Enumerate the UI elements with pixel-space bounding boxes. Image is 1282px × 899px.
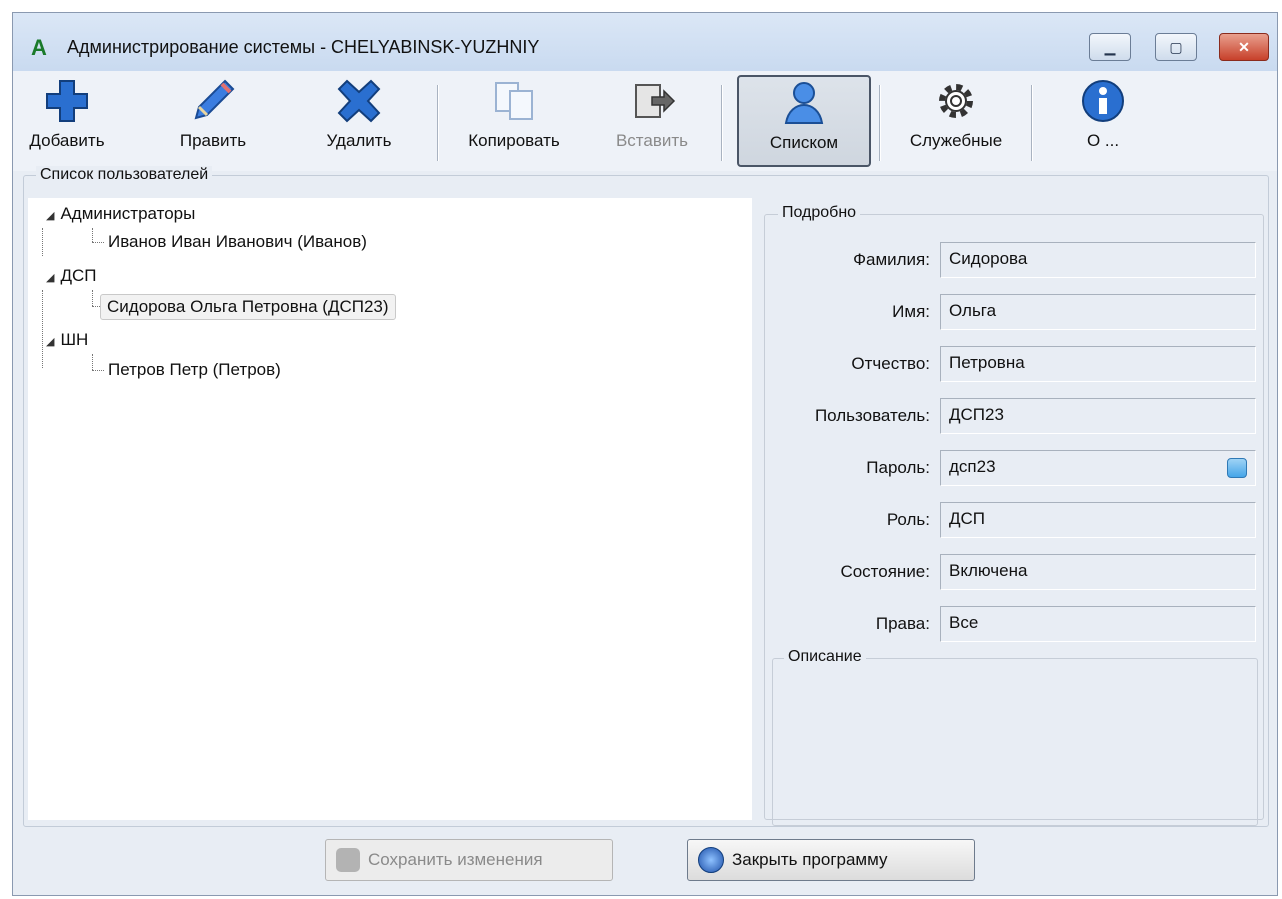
list-view-button[interactable]: Списком: [737, 75, 871, 167]
show-password-icon[interactable]: [1227, 458, 1247, 478]
window-title: Администрирование системы - CHELYABINSK-…: [67, 37, 540, 57]
delete-button[interactable]: Удалить: [309, 75, 409, 167]
patronymic-label: Отчество:: [851, 354, 930, 373]
toolbar-separator: [1031, 85, 1033, 161]
expand-triangle-icon[interactable]: ◢: [46, 210, 54, 222]
name-field[interactable]: Ольга: [940, 294, 1256, 330]
copy-label: Копировать: [468, 131, 560, 150]
tree-line: [92, 290, 93, 306]
password-field[interactable]: дсп23: [940, 450, 1256, 486]
user-icon: [780, 77, 828, 129]
save-icon: [336, 848, 360, 872]
tree-line: [92, 370, 104, 371]
toolbar-separator: [721, 85, 723, 161]
toolbar: Добавить Править Удалить Копировать Вста…: [13, 71, 1277, 171]
rights-field[interactable]: Все: [940, 606, 1256, 642]
role-field[interactable]: ДСП: [940, 502, 1256, 538]
close-window-button[interactable]: ✕: [1219, 33, 1269, 61]
details-panel: Подробно Фамилия: Сидорова Имя: Ольга От…: [764, 198, 1264, 826]
description-caption: Описание: [784, 648, 866, 666]
title-bar: A Администрирование системы - CHELYABINS…: [13, 13, 1277, 71]
patronymic-field[interactable]: Петровна: [940, 346, 1256, 382]
list-view-label: Списком: [769, 133, 839, 152]
surname-label: Фамилия:: [853, 250, 930, 269]
exit-icon: [698, 847, 724, 873]
paste-icon: [628, 75, 676, 127]
tree-user-petrov[interactable]: Петров Петр (Петров): [108, 360, 281, 380]
edit-label: Править: [179, 131, 247, 150]
username-label: Пользователь:: [814, 406, 930, 425]
tree-group-label: Администраторы: [60, 204, 196, 223]
close-icon: ✕: [1238, 38, 1250, 55]
tree-group-label: ШН: [60, 330, 89, 349]
users-tree[interactable]: ◢ Администраторы Иванов Иван Иванович (Ив…: [28, 198, 752, 820]
main-window: A Администрирование системы - CHELYABINS…: [12, 12, 1278, 896]
tree-line: [42, 290, 43, 368]
details-caption: Подробно: [778, 204, 861, 222]
copy-button[interactable]: Копировать: [449, 75, 579, 167]
paste-label: Вставить: [615, 131, 689, 150]
minimize-icon: ▁: [1104, 38, 1116, 55]
tree-user-label: Сидорова Ольга Петровна (ДСП23): [107, 297, 389, 316]
maximize-icon: ▢: [1169, 38, 1183, 55]
add-label: Добавить: [29, 131, 105, 150]
maximize-button[interactable]: ▢: [1155, 33, 1197, 61]
gear-icon: [932, 75, 980, 127]
users-panel: Список пользователей ◢ Администраторы Ива…: [23, 166, 1269, 827]
info-icon: [1079, 75, 1127, 127]
save-changes-label: Сохранить изменения: [368, 850, 543, 869]
tree-line: [42, 228, 43, 256]
state-field[interactable]: Включена: [940, 554, 1256, 590]
close-program-button[interactable]: Закрыть программу: [687, 839, 975, 881]
username-field[interactable]: ДСП23: [940, 398, 1256, 434]
about-button[interactable]: О ...: [1043, 75, 1163, 167]
expand-triangle-icon[interactable]: ◢: [46, 272, 54, 284]
tree-group-label: ДСП: [60, 266, 97, 285]
close-program-label: Закрыть программу: [732, 850, 888, 869]
toolbar-separator: [437, 85, 439, 161]
role-label: Роль:: [886, 510, 930, 529]
description-area[interactable]: [772, 658, 1258, 826]
app-logo-icon: A: [31, 35, 61, 61]
minimize-button[interactable]: ▁: [1089, 33, 1131, 61]
tree-line: [92, 228, 93, 242]
expand-triangle-icon[interactable]: ◢: [46, 336, 54, 348]
users-caption: Список пользователей: [36, 166, 213, 184]
tree-line: [92, 354, 93, 370]
add-icon: [43, 75, 91, 127]
tree-user-label: Петров Петр (Петров): [108, 360, 281, 379]
surname-field[interactable]: Сидорова: [940, 242, 1256, 278]
app-logo-letter: A: [31, 35, 47, 60]
password-label: Пароль:: [866, 458, 930, 477]
save-changes-button[interactable]: Сохранить изменения: [325, 839, 613, 881]
state-label: Состояние:: [840, 562, 930, 581]
delete-icon: [335, 75, 383, 127]
tree-user-label: Иванов Иван Иванович (Иванов): [108, 232, 367, 251]
name-label: Имя:: [892, 302, 930, 321]
bottom-bar: Сохранить изменения Закрыть программу: [23, 831, 1269, 889]
tree-group-admins[interactable]: ◢ Администраторы: [46, 204, 195, 224]
tree-user-sidorova[interactable]: Сидорова Ольга Петровна (ДСП23): [100, 294, 396, 320]
service-button[interactable]: Служебные: [889, 75, 1023, 167]
delete-label: Удалить: [326, 131, 392, 150]
password-value: дсп23: [949, 457, 996, 476]
edit-button[interactable]: Править: [163, 75, 263, 167]
tree-user-ivanov[interactable]: Иванов Иван Иванович (Иванов): [108, 232, 367, 252]
about-label: О ...: [1086, 131, 1120, 150]
toolbar-separator: [879, 85, 881, 161]
paste-button[interactable]: Вставить: [597, 75, 707, 167]
add-button[interactable]: Добавить: [17, 75, 117, 167]
tree-group-shn[interactable]: ◢ ШН: [46, 330, 88, 350]
tree-group-dsp[interactable]: ◢ ДСП: [46, 266, 96, 286]
copy-icon: [490, 75, 538, 127]
pencil-icon: [189, 75, 237, 127]
service-label: Служебные: [909, 131, 1003, 150]
tree-line: [92, 242, 104, 243]
rights-label: Права:: [875, 614, 930, 633]
